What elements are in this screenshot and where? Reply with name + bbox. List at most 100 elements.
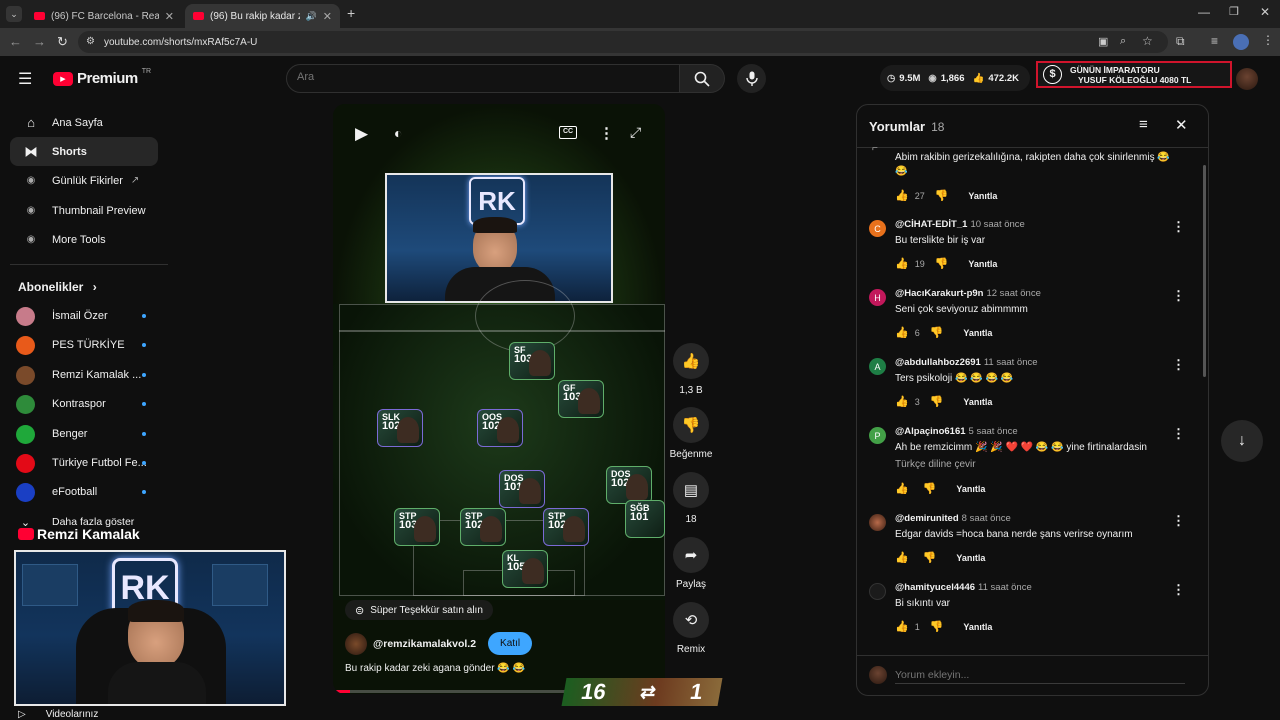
super-thanks-button[interactable]: ⊜ Süper Teşekkür satın alın xyxy=(345,600,493,620)
reply-button[interactable]: Yanıtla xyxy=(963,328,992,338)
comments-scrollbar[interactable] xyxy=(1203,165,1206,377)
sidebar-item-videos[interactable]: ▷ Videolarınız xyxy=(18,709,98,720)
channel-avatar[interactable] xyxy=(345,632,367,655)
comment-avatar[interactable]: A xyxy=(869,358,886,375)
comment-more-icon[interactable]: ⋮ xyxy=(1172,219,1185,235)
comments-button[interactable]: ▤ 18 xyxy=(673,472,709,525)
reply-button[interactable]: Yanıtla xyxy=(968,191,997,201)
comment-time[interactable]: 8 saat önce xyxy=(962,513,1011,524)
thumbs-up-icon[interactable]: 👍 xyxy=(895,395,909,408)
comment-time[interactable]: 5 saat önce xyxy=(969,426,1018,437)
subscription-item[interactable]: Kontraspor xyxy=(16,394,156,414)
dislike-button[interactable]: 👎 Beğenme xyxy=(670,407,712,460)
site-info-icon[interactable]: ⚙ xyxy=(86,36,95,47)
comment-time[interactable]: 11 saat önce xyxy=(978,582,1032,593)
comment-avatar[interactable] xyxy=(869,583,886,600)
thumbs-up-icon[interactable]: 👍 xyxy=(895,257,909,270)
comment-author[interactable]: @Alpaçino6161 xyxy=(895,426,966,437)
voice-search-button[interactable] xyxy=(737,64,766,93)
share-button[interactable]: ➦ Paylaş xyxy=(673,537,709,590)
thumbs-up-icon[interactable]: 👍 xyxy=(895,189,909,202)
thumbs-up-icon[interactable]: 👍 xyxy=(895,620,909,633)
close-tab-icon[interactable]: ✕ xyxy=(323,10,332,23)
tab-search-icon[interactable]: ⌄ xyxy=(6,6,22,22)
youtube-logo[interactable]: ▶ Premium TR xyxy=(53,68,151,87)
sidebar-item-more-tools[interactable]: ◉ More Tools xyxy=(10,225,158,254)
comment-more-icon[interactable]: ⋮ xyxy=(1172,582,1185,598)
thumbs-down-icon[interactable]: 👎 xyxy=(923,482,937,495)
audio-icon[interactable]: 🔊 xyxy=(306,11,317,22)
shorts-video-player[interactable]: ▶ ◐ CC ⋮ ⤢ RK SF 103 GF 103 SLK 102 OOS 102 … xyxy=(333,104,665,694)
subscription-item[interactable]: Remzi Kamalak ... xyxy=(16,365,156,385)
play-icon[interactable]: ▶ xyxy=(355,124,368,144)
back-icon[interactable]: ← xyxy=(9,34,22,49)
bookmark-star-icon[interactable]: ☆ xyxy=(1142,34,1153,48)
comment-author[interactable]: @HacıKarakurt-p9n xyxy=(895,288,983,299)
thumbs-down-icon[interactable]: 👎 xyxy=(935,257,949,270)
sidebar-item-thumbnail-preview[interactable]: ◉ Thumbnail Preview xyxy=(10,196,158,225)
comment-time[interactable]: 11 saat önce xyxy=(984,357,1038,368)
close-window-button[interactable]: ✕ xyxy=(1260,5,1270,19)
subscription-item[interactable]: PES TÜRKİYE xyxy=(16,335,156,355)
scroll-down-button[interactable]: ↓ xyxy=(1221,420,1263,462)
reply-button[interactable]: Yanıtla xyxy=(963,622,992,632)
search-box[interactable] xyxy=(286,64,680,93)
hamburger-menu-icon[interactable]: ☰ xyxy=(18,69,32,89)
thumbs-down-icon[interactable]: 👎 xyxy=(935,189,949,202)
comment-time[interactable]: 10 saat önce xyxy=(970,219,1024,230)
thumbs-up-icon[interactable]: 👍 xyxy=(895,326,909,339)
profile-avatar[interactable] xyxy=(1233,34,1249,50)
fullscreen-icon[interactable]: ⤢ xyxy=(630,124,641,141)
account-avatar[interactable] xyxy=(1236,68,1258,90)
like-button[interactable]: 👍 1,3 B xyxy=(673,343,709,396)
comment-author[interactable]: @hamityucel4446 xyxy=(895,582,975,593)
browser-tab-1[interactable]: (96) FC Barcelona - Real Madrid ✕ xyxy=(26,4,182,28)
search-button[interactable] xyxy=(680,64,725,93)
subscriptions-heading[interactable]: Abonelikler › xyxy=(18,280,97,294)
browser-tab-2[interactable]: (96) Bu rakip kadar zeki aga 🔊 ✕ xyxy=(185,4,340,28)
zoom-icon[interactable]: ⌕ xyxy=(1120,35,1126,48)
thumbs-up-icon[interactable]: 👍 xyxy=(895,482,909,495)
add-comment-input[interactable] xyxy=(895,666,1185,684)
thumbs-down-icon[interactable]: 👎 xyxy=(930,395,944,408)
thumbs-down-icon[interactable]: 👎 xyxy=(923,551,937,564)
sidebar-item-shorts[interactable]: ⧓ Shorts xyxy=(10,137,158,166)
cast-icon[interactable]: ▣ xyxy=(1098,35,1108,48)
thumbs-up-icon[interactable]: 👍 xyxy=(895,551,909,564)
translate-link[interactable]: Türkçe diline çevir xyxy=(895,459,976,470)
subscription-item[interactable]: eFootball xyxy=(16,482,156,502)
comment-avatar[interactable]: C xyxy=(869,220,886,237)
browser-menu-icon[interactable]: ⋮ xyxy=(1262,33,1274,47)
reply-button[interactable]: Yanıtla xyxy=(956,484,985,494)
comment-more-icon[interactable]: ⋮ xyxy=(1172,513,1185,529)
extensions-icon[interactable]: ⧉ xyxy=(1176,34,1185,49)
comment-time[interactable]: 12 saat önce xyxy=(986,288,1040,299)
reload-icon[interactable]: ↻ xyxy=(57,34,68,50)
thumbs-down-icon[interactable]: 👎 xyxy=(930,620,944,633)
url-field[interactable]: ⚙ youtube.com/shorts/mxRAf5c7A-U ▣ ⌕ ☆ xyxy=(78,31,1168,53)
subscription-item[interactable]: Türkiye Futbol Fe... xyxy=(16,453,156,473)
subscription-item[interactable]: İsmail Özer xyxy=(16,306,156,326)
sidebar-item-home[interactable]: ⌂ Ana Sayfa xyxy=(10,108,158,137)
sort-icon[interactable]: ≡ xyxy=(1139,116,1148,133)
comment-avatar[interactable]: P xyxy=(869,427,886,444)
search-input[interactable] xyxy=(297,71,657,83)
forward-icon[interactable]: → xyxy=(33,34,46,49)
thumbs-down-icon[interactable]: 👎 xyxy=(930,326,944,339)
new-tab-button[interactable]: + xyxy=(347,5,355,21)
comment-more-icon[interactable]: ⋮ xyxy=(1172,288,1185,304)
volume-icon[interactable]: ◐ xyxy=(394,125,402,141)
join-button[interactable]: Katıl xyxy=(488,632,533,655)
close-tab-icon[interactable]: ✕ xyxy=(165,10,174,23)
remix-button[interactable]: ⟲ Remix xyxy=(673,602,709,655)
minimize-button[interactable]: — xyxy=(1198,5,1210,19)
close-icon[interactable]: ✕ xyxy=(1175,116,1188,134)
sidebar-item-gunluk-fikirler[interactable]: ◉ Günlük Fikirler ↗ xyxy=(10,166,158,195)
more-options-icon[interactable]: ⋮ xyxy=(599,124,614,142)
comment-author[interactable]: @CİHAT-EDİT_1 xyxy=(895,219,967,230)
channel-handle[interactable]: @remzikamalakvol.2 xyxy=(373,638,476,650)
captions-icon[interactable]: CC xyxy=(559,126,577,139)
comment-more-icon[interactable]: ⋮ xyxy=(1172,357,1185,373)
restore-button[interactable]: ❐ xyxy=(1229,5,1239,18)
reply-button[interactable]: Yanıtla xyxy=(963,397,992,407)
